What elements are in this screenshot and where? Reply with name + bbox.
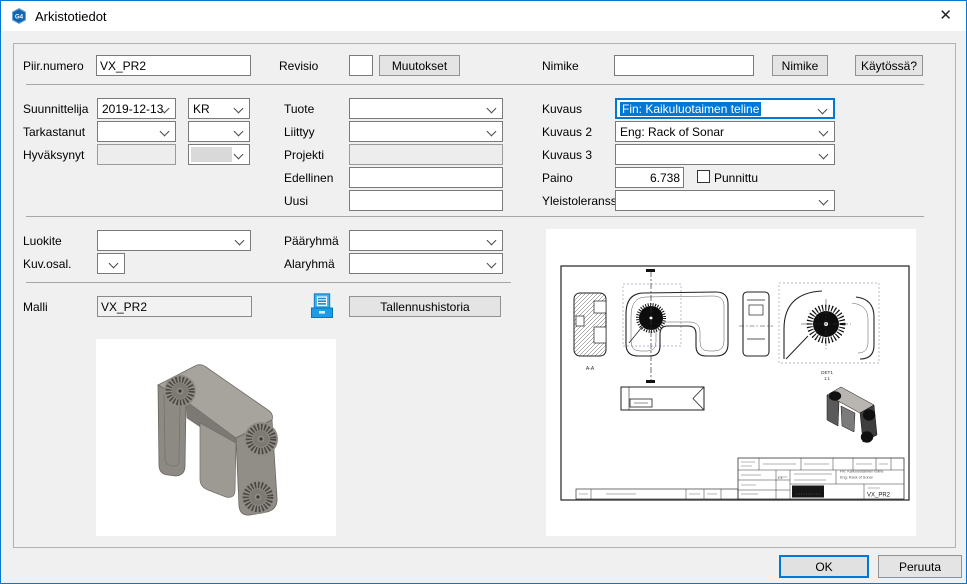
kuv-osal-combo[interactable] — [97, 253, 125, 274]
chevron-down-icon — [235, 236, 245, 246]
tallennushistoria-button[interactable]: Tallennushistoria — [349, 296, 501, 317]
chevron-down-icon — [234, 127, 244, 137]
piir-numero-label: Piir.numero — [23, 59, 84, 73]
chevron-down-icon — [487, 127, 497, 137]
piir-numero-input[interactable] — [96, 55, 251, 76]
punnittu-checkbox[interactable] — [697, 170, 710, 183]
paaryhma-label: Pääryhmä — [284, 234, 339, 248]
suunnittelija-initials-combo[interactable]: KR — [188, 98, 250, 119]
tarkastanut-date-combo[interactable] — [97, 121, 176, 142]
uusi-input[interactable] — [349, 190, 503, 211]
chevron-down-icon — [160, 127, 170, 137]
app-logo-icon: G4 — [11, 8, 27, 24]
separator — [26, 84, 924, 85]
muutokset-button[interactable]: Muutokset — [379, 55, 460, 76]
liittyy-combo[interactable] — [349, 121, 503, 142]
punnittu-label: Punnittu — [714, 171, 758, 185]
malli-input — [97, 296, 252, 317]
yleistoleranssi-label: Yleistoleranssi — [542, 194, 619, 208]
svg-text:1:1: 1:1 — [824, 376, 830, 381]
dialog-body: Piir.numero Revisio Muutokset Nimike Nim… — [1, 31, 966, 583]
paino-input[interactable] — [615, 167, 684, 188]
svg-text:Eng: Rack of Sonar: Eng: Rack of Sonar — [840, 476, 874, 480]
svg-text:G4: G4 — [15, 14, 24, 21]
edellinen-label: Edellinen — [284, 171, 333, 185]
kuvaus3-combo[interactable] — [615, 144, 835, 165]
titlebar: G4 Arkistotiedot ✕ — [1, 1, 966, 31]
chevron-down-icon — [487, 236, 497, 246]
suunnittelija-date-combo[interactable]: 2019-12-13 — [97, 98, 176, 119]
uusi-label: Uusi — [284, 194, 308, 208]
tarkastanut-label: Tarkastanut — [23, 125, 85, 139]
revisio-label: Revisio — [279, 59, 318, 73]
malli-label: Malli — [23, 300, 48, 314]
projekti-input — [349, 144, 503, 165]
chevron-down-icon — [109, 259, 119, 269]
kuvaus2-label: Kuvaus 2 — [542, 125, 592, 139]
alaryhma-combo[interactable] — [349, 253, 503, 274]
yleistoleranssi-combo[interactable] — [615, 190, 835, 211]
chevron-down-icon — [818, 105, 828, 115]
paaryhma-combo[interactable] — [349, 230, 503, 251]
ok-button[interactable]: OK — [779, 555, 869, 578]
chevron-down-icon — [819, 196, 829, 206]
archive-drawer-icon[interactable] — [311, 293, 333, 324]
archive-info-dialog: G4 Arkistotiedot ✕ Piir.numero Revisio M… — [0, 0, 967, 584]
svg-text:Fin: Kaikuluotaimen teline: Fin: Kaikuluotaimen teline — [840, 470, 883, 474]
luokite-combo[interactable] — [97, 230, 251, 251]
chevron-down-icon — [487, 259, 497, 269]
edellinen-input[interactable] — [349, 167, 503, 188]
separator — [26, 216, 924, 217]
peruuta-button[interactable]: Peruuta — [878, 555, 962, 578]
kuvaus2-combo[interactable]: Eng: Rack of Sonar — [615, 121, 835, 142]
hyvaksynyt-input — [97, 144, 176, 165]
kuvaus-label: Kuvaus — [542, 102, 582, 116]
luokite-label: Luokite — [23, 234, 62, 248]
nimike-button[interactable]: Nimike — [772, 55, 828, 76]
hyvaksynyt-initials-combo[interactable] — [188, 144, 250, 165]
hyvaksynyt-label: Hyväksynyt — [23, 148, 84, 162]
projekti-label: Projekti — [284, 148, 324, 162]
kuv-osal-label: Kuv.osal. — [23, 257, 71, 271]
suunnittelija-label: Suunnittelija — [23, 102, 88, 116]
chevron-down-icon — [819, 150, 829, 160]
tuote-combo[interactable] — [349, 98, 503, 119]
alaryhma-label: Alaryhmä — [284, 257, 335, 271]
tuote-label: Tuote — [284, 102, 314, 116]
close-icon[interactable]: ✕ — [939, 6, 952, 26]
separator — [26, 282, 511, 283]
svg-text:VX_PR2: VX_PR2 — [867, 493, 891, 499]
chevron-down-icon — [234, 150, 244, 160]
chevron-down-icon — [487, 104, 497, 114]
chevron-down-icon — [819, 127, 829, 137]
kaytossa-button[interactable]: Käytössä? — [855, 55, 923, 76]
svg-text:1:1: 1:1 — [778, 476, 783, 480]
tarkastanut-initials-combo[interactable] — [188, 121, 250, 142]
paino-label: Paino — [542, 171, 573, 185]
kuvaus3-label: Kuvaus 3 — [542, 148, 592, 162]
chevron-down-icon — [234, 104, 244, 114]
drawing-preview-image: A-A — [546, 229, 916, 536]
svg-text:DET1: DET1 — [821, 370, 833, 375]
revisio-input[interactable] — [349, 55, 373, 76]
window-title: Arkistotiedot — [35, 9, 107, 24]
kuvaus-combo[interactable]: Fin: Kaikuluotaimen teline — [615, 98, 835, 119]
nimike-input[interactable] — [614, 55, 754, 76]
liittyy-label: Liittyy — [284, 125, 315, 139]
nimike-label: Nimike — [542, 59, 579, 73]
svg-text:A-A: A-A — [586, 366, 595, 372]
model-preview-image — [96, 339, 336, 536]
